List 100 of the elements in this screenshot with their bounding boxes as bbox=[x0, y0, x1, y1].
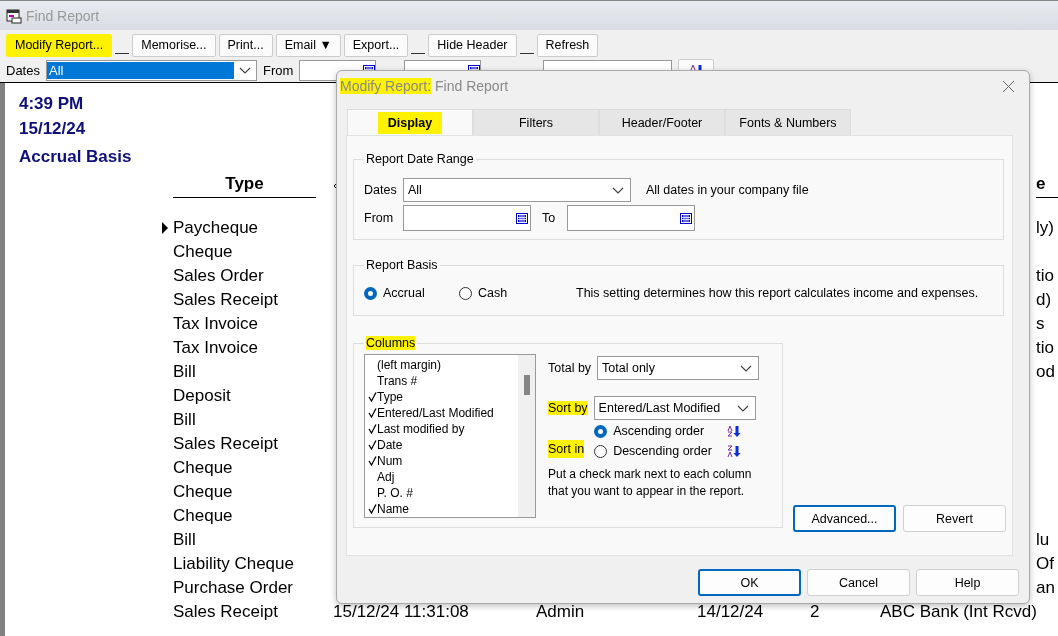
dates-label: Dates bbox=[364, 183, 398, 197]
tab[interactable]: Fonts & Numbers bbox=[725, 109, 851, 135]
radio-button[interactable] bbox=[594, 444, 608, 458]
report-time: 4:39 PM bbox=[19, 93, 84, 115]
table-cell: Bill bbox=[173, 362, 196, 381]
total-by-label: Total by bbox=[548, 361, 592, 375]
report-date: 15/12/24 bbox=[19, 118, 86, 140]
list-item[interactable]: (left margin) bbox=[365, 357, 518, 373]
table-cell: Sales Order bbox=[173, 266, 264, 285]
group-label: Report Date Range bbox=[365, 152, 475, 166]
table-cell: Cheque bbox=[173, 458, 233, 477]
list-item[interactable]: P. O. # bbox=[365, 485, 518, 501]
list-item[interactable]: Date bbox=[365, 437, 518, 453]
columns-hint: Put a check mark next to each column that you want to appear in the report. bbox=[548, 466, 753, 500]
basis-description: This setting determines how this report calculates income and expenses. bbox=[576, 286, 979, 300]
table-cell-text: an bbox=[1036, 577, 1056, 599]
radio-button[interactable] bbox=[594, 424, 608, 438]
list-item[interactable]: Num bbox=[365, 453, 518, 469]
list-item[interactable]: Trans # bbox=[365, 373, 518, 389]
table-cell-text: lu bbox=[1036, 529, 1051, 551]
group-label: Columns bbox=[365, 336, 417, 350]
table-cell-text: tio bbox=[1036, 265, 1055, 287]
radio-option[interactable]: Cash bbox=[459, 286, 554, 300]
radio-option[interactable]: Descending order bbox=[594, 444, 719, 458]
radio-option[interactable]: Ascending order bbox=[594, 424, 719, 438]
tab[interactable]: Header/Footer bbox=[599, 109, 725, 135]
table-cell: Bill bbox=[173, 410, 196, 429]
dialog-button[interactable]: Help bbox=[916, 569, 1019, 596]
radio-button[interactable] bbox=[364, 286, 377, 300]
dialog-button[interactable]: Revert bbox=[903, 505, 1006, 532]
list-item[interactable]: Last modified by bbox=[365, 421, 518, 437]
list-item[interactable]: Name bbox=[365, 501, 518, 517]
table-cell: Sales Receipt bbox=[173, 290, 278, 309]
sort-by-label: Sort by bbox=[548, 401, 588, 415]
sort-ascending-icon bbox=[726, 424, 742, 438]
from-label: From bbox=[262, 62, 294, 78]
table-cell-text: d) bbox=[1036, 289, 1053, 311]
dialog-button[interactable]: Advanced... bbox=[793, 505, 896, 532]
toolbar-button[interactable]: Print... bbox=[218, 33, 273, 57]
tab[interactable]: Display bbox=[347, 109, 473, 135]
chevron-down-icon bbox=[740, 364, 753, 372]
app-icon bbox=[6, 7, 22, 24]
toolbar-button[interactable]: Memorise... bbox=[132, 33, 216, 57]
toolbar-button[interactable]: Refresh bbox=[536, 33, 599, 57]
toolbar-button[interactable]: Modify Report... bbox=[6, 33, 113, 57]
table-cell-text: 14/12/24 bbox=[697, 601, 765, 623]
table-cell: Paycheque bbox=[173, 218, 259, 237]
table-cell: Cheque bbox=[173, 482, 233, 501]
to-label: To bbox=[542, 211, 557, 225]
total-by-dropdown[interactable]: Total only bbox=[597, 356, 760, 380]
table-cell: Tax Invoice bbox=[173, 338, 259, 357]
dates-description: All dates in your company file bbox=[646, 183, 809, 197]
sort-by-dropdown[interactable]: Entered/Last Modified bbox=[593, 396, 756, 420]
scrollbar[interactable] bbox=[518, 355, 535, 517]
table-cell: Liability Cheque bbox=[173, 554, 294, 573]
chevron-down-icon bbox=[238, 66, 251, 74]
dialog-button[interactable]: OK bbox=[698, 569, 801, 596]
table-cell: Cheque bbox=[173, 242, 233, 261]
report-basis: Accrual Basis bbox=[19, 146, 132, 168]
radio-option[interactable]: Accrual bbox=[364, 286, 459, 300]
table-cell: Sales Receipt bbox=[173, 602, 278, 621]
table-cell-text: Admin bbox=[536, 601, 586, 623]
table-cell-text: tio bbox=[1036, 337, 1055, 359]
dates-dropdown[interactable]: All bbox=[403, 178, 631, 202]
table-cell-text: 2 bbox=[810, 601, 821, 623]
calendar-icon bbox=[516, 212, 528, 224]
chevron-down-icon bbox=[612, 186, 624, 194]
table-cell: Sales Receipt bbox=[173, 434, 278, 453]
dates-dropdown[interactable]: All bbox=[45, 59, 257, 81]
dates-label: Dates bbox=[6, 62, 40, 78]
table-cell: Cheque bbox=[173, 506, 233, 525]
list-item[interactable]: Adj bbox=[365, 469, 518, 485]
list-item[interactable]: Type bbox=[365, 389, 518, 405]
sort-in-label: Sort in bbox=[548, 440, 585, 458]
table-cell-text: od bbox=[1036, 361, 1056, 383]
radio-button[interactable] bbox=[459, 286, 472, 300]
table-cell: Purchase Order bbox=[173, 578, 293, 597]
window-title: Find Report bbox=[26, 7, 100, 24]
toolbar-button[interactable]: Hide Header bbox=[428, 33, 517, 57]
table-cell: Tax Invoice bbox=[173, 314, 259, 333]
close-icon[interactable] bbox=[1002, 79, 1015, 93]
table-cell: Deposit bbox=[173, 386, 231, 405]
chevron-down-icon bbox=[736, 404, 749, 412]
group-label: Report Basis bbox=[365, 258, 439, 272]
table-cell-text: ABC Bank (Int Rcvd) bbox=[880, 601, 1038, 623]
dialog-title: Find Report bbox=[435, 78, 510, 94]
dialog-button[interactable]: Cancel bbox=[807, 569, 910, 596]
toolbar-button[interactable]: Export... bbox=[343, 33, 409, 57]
table-cell-text: 15/12/24 11:31:08 bbox=[333, 601, 470, 623]
calendar-icon bbox=[680, 212, 692, 224]
column-header: Type bbox=[173, 174, 316, 198]
table-cell-text: s bbox=[1036, 313, 1046, 335]
to-date-field[interactable] bbox=[567, 205, 695, 231]
toolbar-button[interactable]: Email ▼ bbox=[275, 33, 341, 57]
scrollbar-thumb[interactable] bbox=[523, 375, 530, 395]
list-item[interactable]: Entered/Last Modified bbox=[365, 405, 518, 421]
tab[interactable]: Filters bbox=[473, 109, 599, 135]
dialog-title-highlight: Modify Report: bbox=[340, 78, 432, 94]
columns-list[interactable]: (left margin) Trans # Type Entered/Last Modified Last modified by Date Num Adj P. O. # Name bbox=[364, 354, 536, 518]
from-date-field[interactable] bbox=[403, 205, 531, 231]
